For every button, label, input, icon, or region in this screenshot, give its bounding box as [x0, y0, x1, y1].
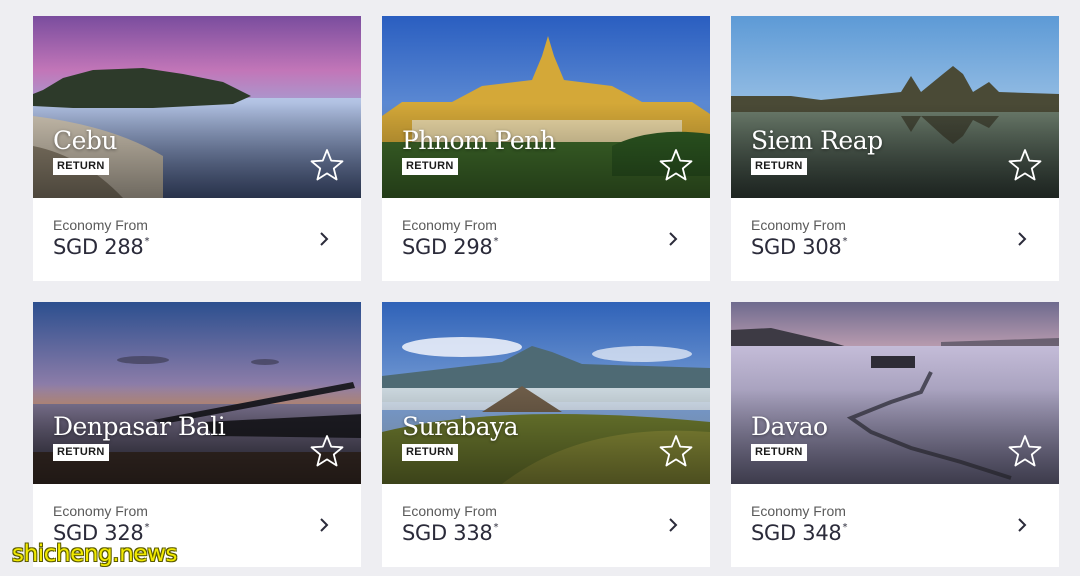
chevron-right-icon[interactable] — [1015, 230, 1029, 248]
destination-card-siem-reap[interactable]: Siem Reap RETURN Economy From SGD 308* — [731, 16, 1059, 281]
city-name: Siem Reap — [751, 126, 883, 155]
currency: SGD — [751, 235, 796, 259]
fare-info: Economy From SGD 338* — [402, 503, 498, 545]
price-amount: 288 — [104, 235, 144, 259]
destination-photo: Siem Reap RETURN — [731, 16, 1059, 198]
return-badge: RETURN — [751, 444, 807, 461]
destination-card-surabaya[interactable]: Surabaya RETURN Economy From SGD 338* — [382, 302, 710, 567]
currency: SGD — [53, 235, 98, 259]
currency: SGD — [402, 235, 447, 259]
destination-photo: Cebu RETURN — [33, 16, 361, 198]
price-footnote: * — [842, 236, 848, 247]
price-footnote: * — [144, 522, 150, 533]
chevron-right-icon[interactable] — [317, 230, 331, 248]
price-amount: 308 — [802, 235, 842, 259]
fare-price: SGD 298* — [402, 235, 498, 259]
destination-photo: Davao RETURN — [731, 302, 1059, 484]
chevron-right-icon[interactable] — [1015, 516, 1029, 534]
fare-info: Economy From SGD 288* — [53, 217, 149, 259]
destination-photo: Denpasar Bali RETURN — [33, 302, 361, 484]
chevron-right-icon[interactable] — [666, 230, 680, 248]
return-badge: RETURN — [751, 158, 807, 175]
city-name: Cebu — [53, 126, 118, 155]
fare-label: Economy From — [402, 503, 497, 519]
watermark-text: shicheng.news — [12, 541, 178, 567]
return-badge: RETURN — [402, 444, 458, 461]
star-outline-icon[interactable] — [659, 434, 693, 468]
city-name: Denpasar Bali — [53, 412, 226, 441]
price-amount: 338 — [453, 521, 493, 545]
star-outline-icon[interactable] — [659, 148, 693, 182]
price-footnote: * — [493, 236, 499, 247]
fare-info: Economy From SGD 348* — [751, 503, 847, 545]
fare-label: Economy From — [53, 503, 148, 519]
chevron-right-icon[interactable] — [317, 516, 331, 534]
return-badge: RETURN — [53, 158, 109, 175]
star-outline-icon[interactable] — [310, 148, 344, 182]
fare-price: SGD 288* — [53, 235, 149, 259]
price-amount: 298 — [453, 235, 493, 259]
price-amount: 348 — [802, 521, 842, 545]
destination-grid: Cebu RETURN Economy From SGD 288* Phnom … — [33, 16, 1059, 567]
destination-card-cebu[interactable]: Cebu RETURN Economy From SGD 288* — [33, 16, 361, 281]
city-name: Phnom Penh — [402, 126, 556, 155]
fare-price: SGD 338* — [402, 521, 498, 545]
destination-card-denpasar-bali[interactable]: Denpasar Bali RETURN Economy From SGD 32… — [33, 302, 361, 567]
destination-card-phnom-penh[interactable]: Phnom Penh RETURN Economy From SGD 298* — [382, 16, 710, 281]
destination-card-davao[interactable]: Davao RETURN Economy From SGD 348* — [731, 302, 1059, 567]
fare-label: Economy From — [53, 217, 148, 233]
star-outline-icon[interactable] — [310, 434, 344, 468]
fare-label: Economy From — [402, 217, 497, 233]
fare-info: Economy From SGD 298* — [402, 217, 498, 259]
return-badge: RETURN — [402, 158, 458, 175]
city-name: Surabaya — [402, 412, 519, 441]
fare-label: Economy From — [751, 503, 846, 519]
fare-price: SGD 308* — [751, 235, 847, 259]
destination-photo: Phnom Penh RETURN — [382, 16, 710, 198]
city-name: Davao — [751, 412, 828, 441]
currency: SGD — [751, 521, 796, 545]
price-footnote: * — [842, 522, 848, 533]
fare-info: Economy From SGD 308* — [751, 217, 847, 259]
price-footnote: * — [144, 236, 150, 247]
chevron-right-icon[interactable] — [666, 516, 680, 534]
star-outline-icon[interactable] — [1008, 434, 1042, 468]
destination-photo: Surabaya RETURN — [382, 302, 710, 484]
return-badge: RETURN — [53, 444, 109, 461]
currency: SGD — [402, 521, 447, 545]
price-footnote: * — [493, 522, 499, 533]
star-outline-icon[interactable] — [1008, 148, 1042, 182]
fare-price: SGD 348* — [751, 521, 847, 545]
fare-label: Economy From — [751, 217, 846, 233]
fare-info: Economy From SGD 328* — [53, 503, 149, 545]
